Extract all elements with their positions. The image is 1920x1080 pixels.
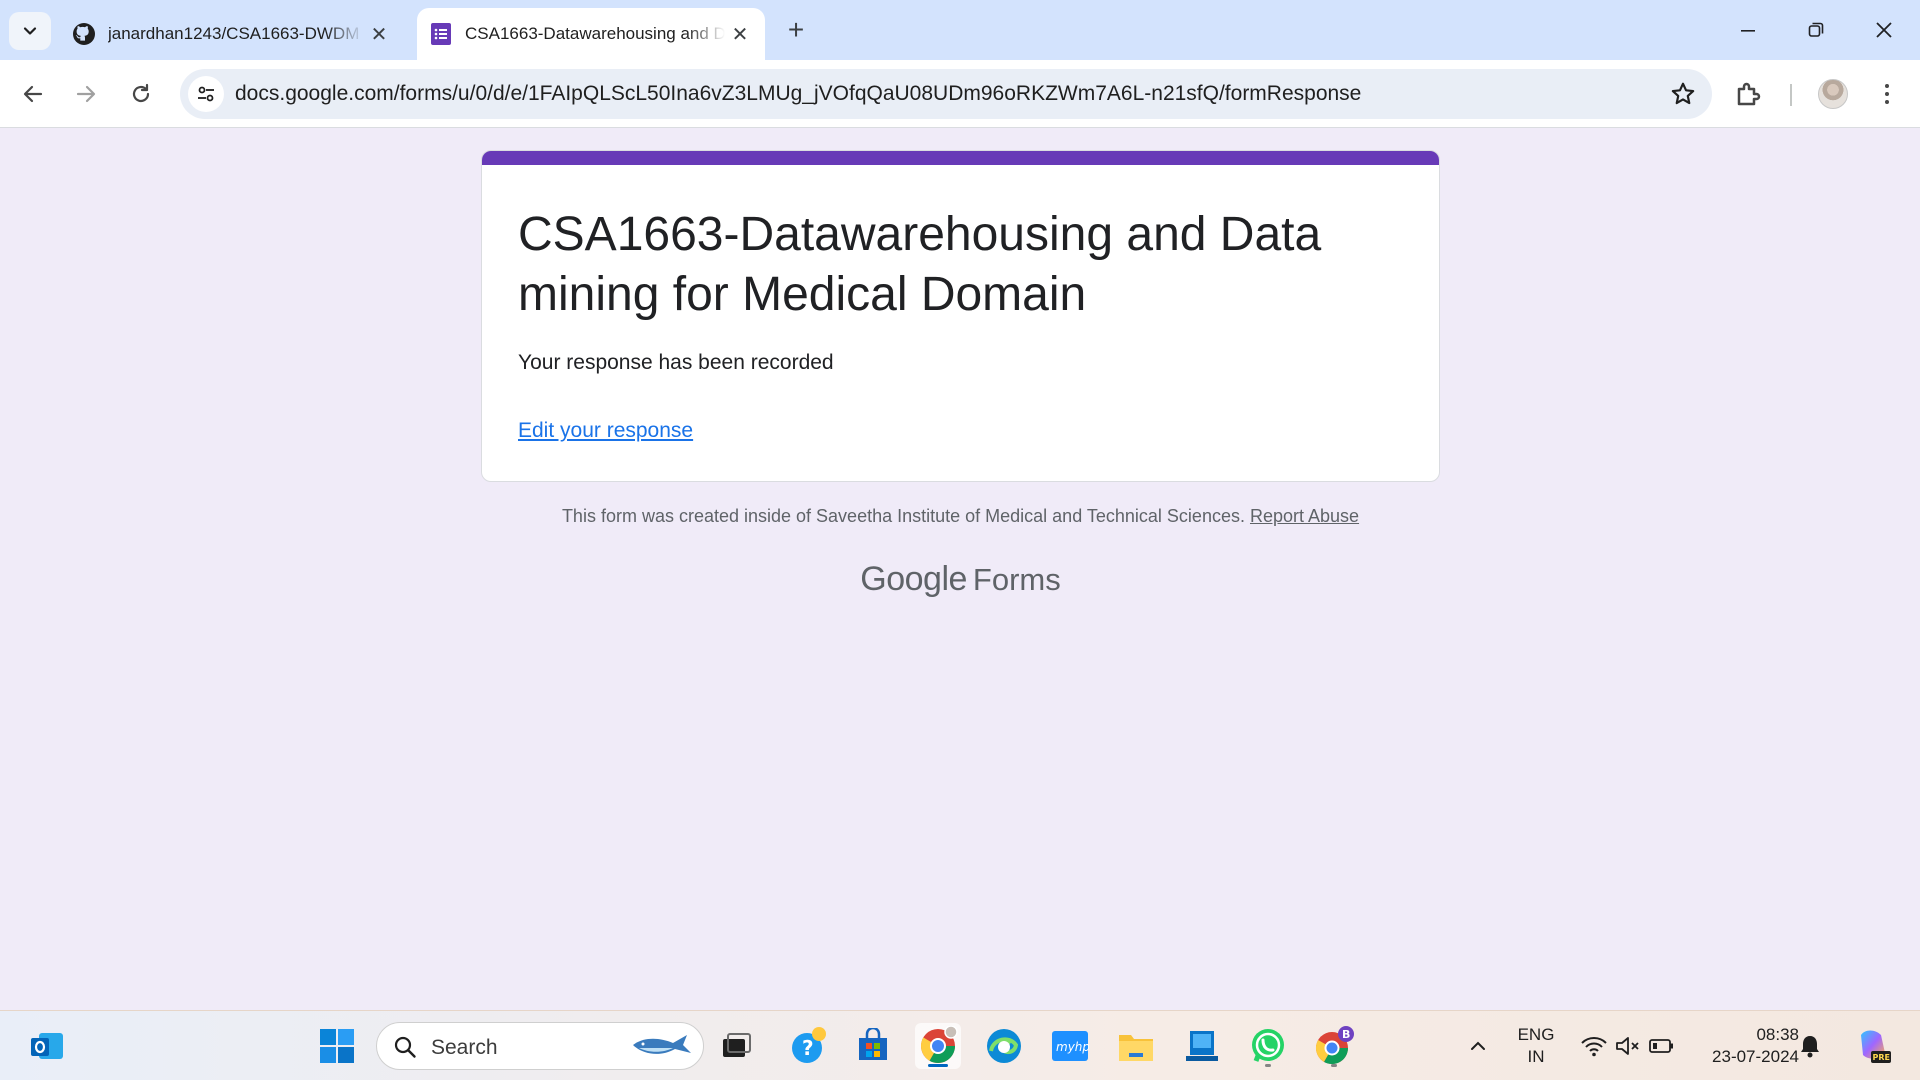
toolbar-separator — [1790, 84, 1792, 106]
close-window-button[interactable] — [1861, 10, 1907, 50]
microsoft-store-icon[interactable] — [850, 1023, 896, 1069]
notification-bell-icon[interactable] — [1795, 1023, 1825, 1069]
chrome-profile-b-icon[interactable]: B — [1311, 1023, 1357, 1069]
minimize-button[interactable] — [1725, 10, 1771, 50]
form-response-card: CSA1663-Datawarehousing and Data mining … — [481, 150, 1440, 482]
search-icon — [394, 1036, 416, 1058]
tune-icon — [198, 86, 214, 102]
tab-title: janardhan1243/CSA1663-DWDM — [108, 24, 360, 43]
edit-response-link[interactable]: Edit your response — [518, 419, 693, 443]
site-info-button[interactable] — [188, 76, 224, 112]
task-view-icon[interactable] — [714, 1023, 760, 1069]
close-icon — [1876, 22, 1892, 38]
search-label: Search — [431, 1036, 498, 1059]
forward-button[interactable] — [66, 74, 106, 114]
google-wordmark: Google — [860, 560, 967, 598]
extensions-puzzle-icon[interactable] — [1734, 79, 1764, 109]
network-volume-battery-group[interactable] — [1570, 1023, 1686, 1069]
footer-disclaimer: This form was created inside of Saveetha… — [561, 506, 1245, 526]
clock-time: 08:38 — [1756, 1025, 1799, 1044]
tab-title: CSA1663-Datawarehousing and Data mining … — [465, 24, 725, 43]
battery-icon — [1649, 1039, 1673, 1053]
windows-start-icon[interactable] — [314, 1023, 360, 1069]
close-tab-icon[interactable]: ✕ — [725, 19, 755, 49]
confirmation-message: Your response has been recorded — [518, 351, 834, 374]
google-forms-icon — [429, 22, 453, 46]
tab-google-forms[interactable]: CSA1663-Datawarehousing and Data mining … — [417, 8, 765, 60]
address-bar[interactable]: docs.google.com/forms/u/0/d/e/1FAIpQLScL… — [180, 69, 1712, 119]
file-explorer-icon[interactable] — [1113, 1023, 1159, 1069]
reload-button[interactable] — [121, 74, 161, 114]
copilot-badge-text: PRE — [1873, 1053, 1891, 1062]
github-icon — [72, 22, 96, 46]
search-highlight-whale-icon — [633, 1035, 691, 1054]
plus-icon: + — [787, 14, 805, 45]
back-button[interactable] — [13, 74, 53, 114]
copilot-icon[interactable]: PRE — [1850, 1023, 1896, 1069]
profile-avatar[interactable] — [1818, 79, 1848, 109]
new-tab-button[interactable]: + — [780, 14, 812, 46]
clock-date: 23-07-2024 — [1712, 1047, 1799, 1066]
tab-strip: janardhan1243/CSA1663-DWDM ✕ CSA1663-Dat… — [0, 0, 1920, 60]
report-abuse-link[interactable]: Report Abuse — [1250, 506, 1359, 526]
clock[interactable]: 08:38 23-07-2024 — [1695, 1024, 1799, 1068]
form-footer-note: This form was created inside of Saveetha… — [481, 506, 1440, 527]
chrome-menu-button[interactable] — [1872, 78, 1902, 110]
chevron-down-icon — [23, 27, 37, 35]
forms-wordmark: Forms — [972, 562, 1061, 597]
show-hidden-icons-chevron-up-icon[interactable] — [1455, 1023, 1501, 1069]
svg-text:?: ? — [802, 1036, 814, 1060]
profile-badge-letter: B — [1342, 1028, 1350, 1041]
outlook-widget-icon[interactable] — [24, 1023, 70, 1069]
edge-icon[interactable] — [981, 1023, 1027, 1069]
tab-search-button[interactable] — [9, 12, 51, 50]
whatsapp-icon[interactable] — [1245, 1023, 1291, 1069]
tab-github[interactable]: janardhan1243/CSA1663-DWDM ✕ — [60, 8, 404, 60]
taskbar-search-box[interactable]: Search — [376, 1022, 704, 1070]
help-app-icon[interactable]: ? — [786, 1023, 832, 1069]
svg-text:myhp: myhp — [1056, 1040, 1089, 1054]
form-title: CSA1663-Datawarehousing and Data mining … — [518, 208, 1322, 321]
volume-muted-icon — [1616, 1037, 1639, 1055]
close-tab-icon[interactable]: ✕ — [364, 19, 394, 49]
url-text[interactable]: docs.google.com/forms/u/0/d/e/1FAIpQLScL… — [235, 82, 1361, 106]
language-code: ENG — [1517, 1025, 1555, 1044]
google-forms-logo[interactable]: Google Forms — [481, 560, 1440, 599]
myhp-icon[interactable]: myhp — [1047, 1023, 1093, 1069]
language-indicator[interactable]: ENG IN — [1508, 1024, 1564, 1068]
arrow-left-icon — [23, 85, 43, 103]
minimize-icon — [1741, 30, 1755, 32]
wifi-icon — [1581, 1037, 1607, 1057]
bookmark-star-icon[interactable] — [1670, 81, 1696, 107]
browser-toolbar: docs.google.com/forms/u/0/d/e/1FAIpQLScL… — [0, 60, 1920, 128]
form-accent-bar — [482, 151, 1439, 165]
remote-desktop-icon[interactable] — [1179, 1023, 1225, 1069]
restore-icon — [1808, 22, 1824, 37]
chrome-taskbar-icon[interactable] — [915, 1023, 961, 1069]
restore-button[interactable] — [1793, 10, 1839, 50]
arrow-right-icon — [76, 85, 96, 103]
reload-icon — [132, 83, 150, 103]
windows-taskbar: Search ? myhp B ENG IN 08:38 23-07-2024 … — [0, 1010, 1920, 1080]
region-code: IN — [1527, 1047, 1545, 1066]
